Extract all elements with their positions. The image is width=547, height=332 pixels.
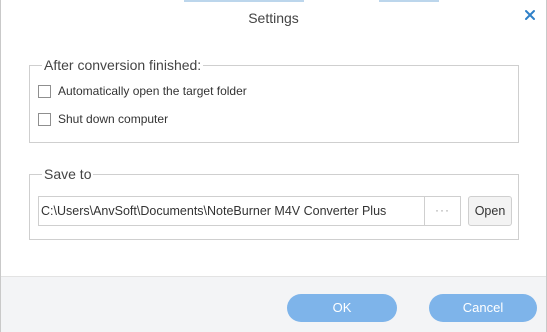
after-conversion-group: After conversion finished: Automatically…	[29, 56, 519, 143]
open-target-folder-checkbox[interactable]	[38, 84, 51, 98]
shut-down-computer-option[interactable]: Shut down computer	[38, 110, 168, 128]
cancel-button[interactable]: Cancel	[429, 294, 537, 322]
shut-down-computer-checkbox[interactable]	[38, 112, 51, 126]
dialog-footer: OK Cancel	[1, 276, 546, 332]
dialog-title: Settings	[248, 10, 299, 26]
open-target-folder-label: Automatically open the target folder	[58, 84, 247, 98]
ok-button[interactable]: OK	[287, 294, 397, 322]
shut-down-computer-label: Shut down computer	[58, 112, 169, 126]
save-path-field[interactable]: C:\Users\AnvSoft\Documents\NoteBurner M4…	[38, 196, 425, 226]
after-conversion-legend: After conversion finished:	[42, 56, 204, 74]
open-target-folder-option[interactable]: Automatically open the target folder	[38, 82, 247, 100]
open-folder-button[interactable]: Open	[468, 196, 512, 226]
title-bar[interactable]: Settings	[1, 0, 546, 36]
settings-dialog: Settings After conversion finished: Auto…	[0, 0, 547, 332]
save-to-legend: Save to	[42, 165, 94, 183]
close-icon[interactable]	[523, 8, 537, 22]
save-to-group: Save to C:\Users\AnvSoft\Documents\NoteB…	[29, 165, 519, 240]
browse-button[interactable]: ···	[425, 196, 461, 226]
